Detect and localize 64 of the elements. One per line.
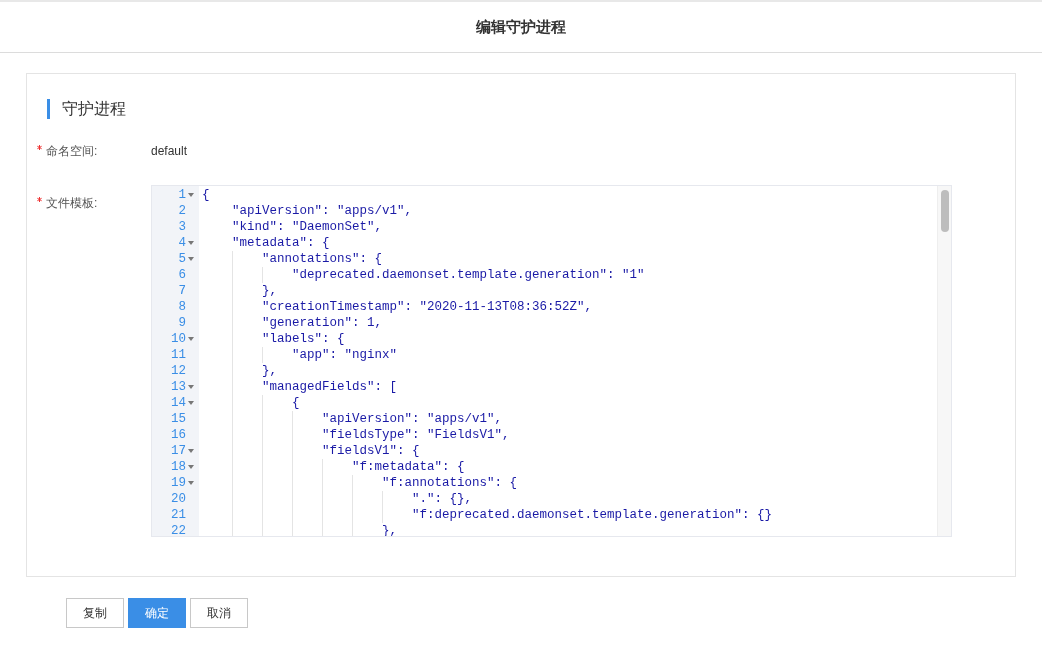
section-accent-bar	[47, 99, 50, 119]
code-editor[interactable]	[151, 185, 952, 537]
code-line: "managedFields": [	[261, 380, 398, 394]
fold-caret-icon[interactable]	[188, 257, 194, 261]
line-number: 17	[171, 442, 186, 460]
line-number: 18	[171, 458, 186, 476]
code-line: "f:metadata": {	[351, 460, 465, 474]
line-number: 8	[178, 298, 186, 316]
line-number: 11	[171, 346, 186, 364]
code-line: "deprecated.daemonset.template.generation": "1"	[291, 268, 645, 282]
code-line: "kind": "DaemonSet",	[231, 220, 383, 234]
line-number: 3	[178, 218, 186, 236]
line-number: 5	[178, 250, 186, 268]
line-number: 7	[178, 282, 186, 300]
fold-caret-icon[interactable]	[188, 481, 194, 485]
code-line: "apiVersion": "apps/v1",	[231, 204, 413, 218]
code-line: "f:deprecated.daemonset.template.generation": {}	[411, 508, 773, 522]
fold-caret-icon[interactable]	[188, 401, 194, 405]
code-line: "annotations": {	[261, 252, 383, 266]
code-line: "fieldsV1": {	[321, 444, 420, 458]
action-button[interactable]: 复制	[66, 598, 124, 628]
code-line: "metadata": {	[231, 236, 330, 250]
fold-caret-icon[interactable]	[188, 241, 194, 245]
code-line: "labels": {	[261, 332, 345, 346]
line-number: 22	[171, 522, 186, 536]
line-number: 14	[171, 394, 186, 412]
scrollbar[interactable]	[937, 186, 951, 536]
code-line: "fieldsType": "FieldsV1",	[321, 428, 510, 442]
scrollbar-thumb[interactable]	[941, 190, 949, 232]
code-line: "f:annotations": {	[381, 476, 518, 490]
line-number: 6	[178, 266, 186, 284]
line-number: 2	[178, 202, 186, 220]
section-title: 守护进程	[62, 99, 126, 119]
fold-caret-icon[interactable]	[188, 193, 194, 197]
namespace-value: default	[151, 143, 188, 160]
fold-caret-icon[interactable]	[188, 385, 194, 389]
code-line: "creationTimestamp": "2020-11-13T08:36:52Z",	[261, 300, 593, 314]
line-number: 1	[178, 186, 186, 204]
action-button[interactable]: 取消	[190, 598, 248, 628]
code-line: {	[202, 188, 210, 202]
line-number: 13	[171, 378, 186, 396]
code-line: },	[261, 284, 277, 298]
line-number: 12	[171, 362, 186, 380]
fold-caret-icon[interactable]	[188, 465, 194, 469]
line-number: 16	[171, 426, 186, 444]
fold-caret-icon[interactable]	[188, 337, 194, 341]
line-number: 4	[178, 234, 186, 252]
code-line: {	[291, 396, 300, 410]
code-line: },	[381, 524, 398, 536]
code-line: },	[261, 364, 277, 378]
code-line: "generation": 1,	[261, 316, 383, 330]
line-number: 10	[171, 330, 186, 348]
field-label: 命名空间:	[46, 143, 98, 160]
code-line: ".": {},	[411, 492, 473, 506]
line-number: 21	[171, 506, 186, 524]
code-line: "app": "nginx"	[291, 348, 398, 362]
line-number: 19	[171, 474, 186, 492]
line-number: 15	[171, 410, 186, 428]
field-label: 文件模板:	[46, 195, 98, 212]
page-title: 编辑守护进程	[476, 16, 566, 37]
fold-caret-icon[interactable]	[188, 449, 194, 453]
code-line: "apiVersion": "apps/v1",	[321, 412, 503, 426]
line-number: 9	[178, 314, 186, 332]
line-number: 20	[171, 490, 186, 508]
